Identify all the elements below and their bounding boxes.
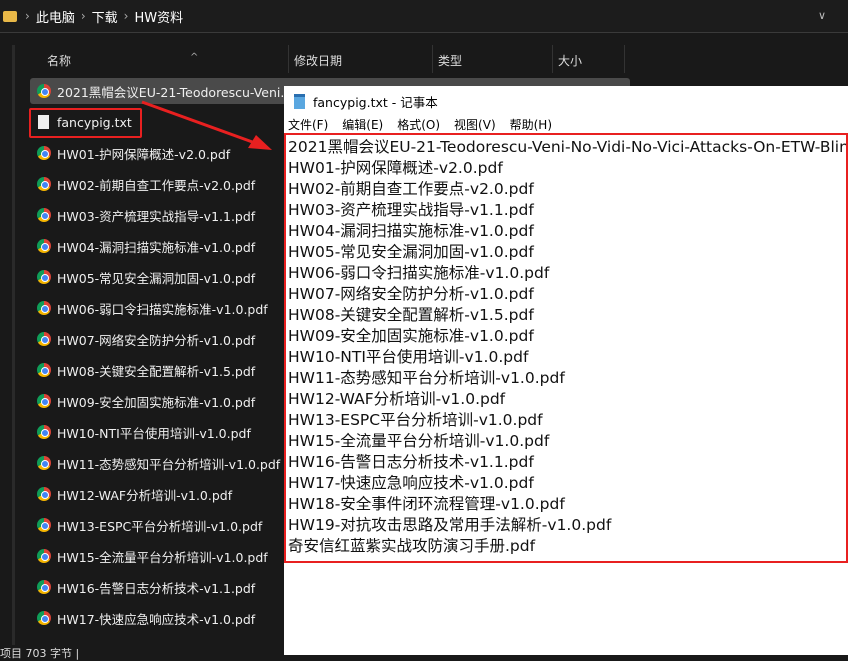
file-name: HW11-态势感知平台分析培训-v1.0.pdf xyxy=(57,456,281,472)
notepad-title: fancypig.txt - 记事本 xyxy=(313,94,438,110)
column-headers: ^ 名称 修改日期 类型 大小 xyxy=(30,45,630,73)
chrome-icon xyxy=(37,487,51,501)
chevron-down-icon[interactable]: ∨ xyxy=(818,9,826,22)
file-name: HW07-网络安全防护分析-v1.0.pdf xyxy=(57,332,256,348)
text-line: HW11-态势感知平台分析培训-v1.0.pdf xyxy=(288,369,565,387)
folder-icon xyxy=(3,10,17,22)
chrome-icon xyxy=(37,177,51,191)
text-line: HW09-安全加固实施标准-v1.0.pdf xyxy=(288,327,534,345)
file-name: HW08-关键安全配置解析-v1.5.pdf xyxy=(57,363,256,379)
text-line: HW10-NTI平台使用培训-v1.0.pdf xyxy=(288,348,529,366)
chrome-icon xyxy=(37,518,51,532)
notepad-icon xyxy=(294,93,305,109)
file-name: HW06-弱口令扫描实施标准-v1.0.pdf xyxy=(57,301,268,317)
file-name: HW09-安全加固实施标准-v1.0.pdf xyxy=(57,394,256,410)
chrome-icon xyxy=(37,270,51,284)
chrome-icon xyxy=(37,456,51,470)
chrome-icon xyxy=(37,394,51,408)
text-line: HW07-网络安全防护分析-v1.0.pdf xyxy=(288,285,534,303)
chevron-right-icon: › xyxy=(80,9,86,23)
chrome-icon xyxy=(37,580,51,594)
column-type[interactable]: 类型 xyxy=(438,52,462,69)
file-name: HW03-资产梳理实战指导-v1.1.pdf xyxy=(57,208,256,224)
chrome-icon xyxy=(37,363,51,377)
menu-bar: 文件(F) 编辑(E) 格式(O) 视图(V) 帮助(H) xyxy=(284,116,848,132)
file-name: HW16-告警日志分析技术-v1.1.pdf xyxy=(57,580,256,596)
text-line: HW16-告警日志分析技术-v1.1.pdf xyxy=(288,453,534,471)
chevron-right-icon: › xyxy=(25,9,30,23)
column-name[interactable]: 名称 xyxy=(47,52,71,69)
file-name: HW15-全流量平台分析培训-v1.0.pdf xyxy=(57,549,268,565)
notepad-titlebar[interactable]: fancypig.txt - 记事本 xyxy=(284,86,848,116)
text-line: HW02-前期自查工作要点-v2.0.pdf xyxy=(288,180,534,198)
text-line: HW05-常见安全漏洞加固-v1.0.pdf xyxy=(288,243,534,261)
red-arrow xyxy=(141,100,272,150)
text-line: HW01-护网保障概述-v2.0.pdf xyxy=(288,159,503,177)
menu-help[interactable]: 帮助(H) xyxy=(510,116,552,132)
breadcrumb-this-pc[interactable]: 此电脑 xyxy=(36,7,75,26)
text-line: 2021黑帽会议EU-21-Teodorescu-Veni-No-Vidi-No… xyxy=(288,138,848,156)
file-name: HW02-前期自查工作要点-v2.0.pdf xyxy=(57,177,256,193)
file-name: HW12-WAF分析培训-v1.0.pdf xyxy=(57,487,233,503)
chrome-icon xyxy=(37,549,51,563)
highlight-box-fancypig xyxy=(29,108,142,138)
chrome-icon xyxy=(37,84,51,98)
file-name: HW17-快速应急响应技术-v1.0.pdf xyxy=(57,611,256,627)
notepad-window: fancypig.txt - 记事本 文件(F) 编辑(E) 格式(O) 视图(… xyxy=(284,86,848,655)
chrome-icon xyxy=(37,611,51,625)
address-bar[interactable]: › 此电脑 › 下载 › HW资料 ∨ xyxy=(0,0,848,33)
sort-ascending-icon: ^ xyxy=(190,52,199,63)
breadcrumb-hw[interactable]: HW资料 xyxy=(134,7,183,26)
file-name: HW13-ESPC平台分析培训-v1.0.pdf xyxy=(57,518,263,534)
chrome-icon xyxy=(37,425,51,439)
text-line: HW08-关键安全配置解析-v1.5.pdf xyxy=(288,306,534,324)
menu-edit[interactable]: 编辑(E) xyxy=(342,116,383,132)
nav-pane-scrollbar[interactable] xyxy=(12,45,15,645)
chrome-icon xyxy=(37,301,51,315)
text-line: HW18-安全事件闭环流程管理-v1.0.pdf xyxy=(288,495,565,513)
text-line: HW03-资产梳理实战指导-v1.1.pdf xyxy=(288,201,534,219)
text-line: HW19-对抗攻击思路及常用手法解析-v1.0.pdf xyxy=(288,516,612,534)
menu-file[interactable]: 文件(F) xyxy=(288,116,328,132)
file-name: 2021黑帽会议EU-21-Teodorescu-Veni... xyxy=(57,84,293,100)
text-line: HW04-漏洞扫描实施标准-v1.0.pdf xyxy=(288,222,534,240)
text-editor-area[interactable]: 2021黑帽会议EU-21-Teodorescu-Veni-No-Vidi-No… xyxy=(284,133,848,563)
text-line: HW17-快速应急响应技术-v1.0.pdf xyxy=(288,474,534,492)
column-modified[interactable]: 修改日期 xyxy=(294,52,342,69)
text-line: HW12-WAF分析培训-v1.0.pdf xyxy=(288,390,506,408)
column-size[interactable]: 大小 xyxy=(558,52,582,69)
status-bar: 项目 703 字节 | xyxy=(0,647,80,660)
chrome-icon xyxy=(37,332,51,346)
breadcrumb-downloads[interactable]: 下载 xyxy=(92,7,118,26)
text-line: HW13-ESPC平台分析培训-v1.0.pdf xyxy=(288,411,543,429)
chrome-icon xyxy=(37,208,51,222)
text-line: 奇安信红蓝紫实战攻防演习手册.pdf xyxy=(288,537,536,555)
file-name: HW05-常见安全漏洞加固-v1.0.pdf xyxy=(57,270,256,286)
menu-format[interactable]: 格式(O) xyxy=(397,116,440,132)
file-name: HW04-漏洞扫描实施标准-v1.0.pdf xyxy=(57,239,256,255)
text-line: HW06-弱口令扫描实施标准-v1.0.pdf xyxy=(288,264,550,282)
chrome-icon xyxy=(37,146,51,160)
chrome-icon xyxy=(37,239,51,253)
chevron-right-icon: › xyxy=(123,9,129,23)
text-line: HW15-全流量平台分析培训-v1.0.pdf xyxy=(288,432,550,450)
menu-view[interactable]: 视图(V) xyxy=(454,116,496,132)
file-name: HW10-NTI平台使用培训-v1.0.pdf xyxy=(57,425,251,441)
